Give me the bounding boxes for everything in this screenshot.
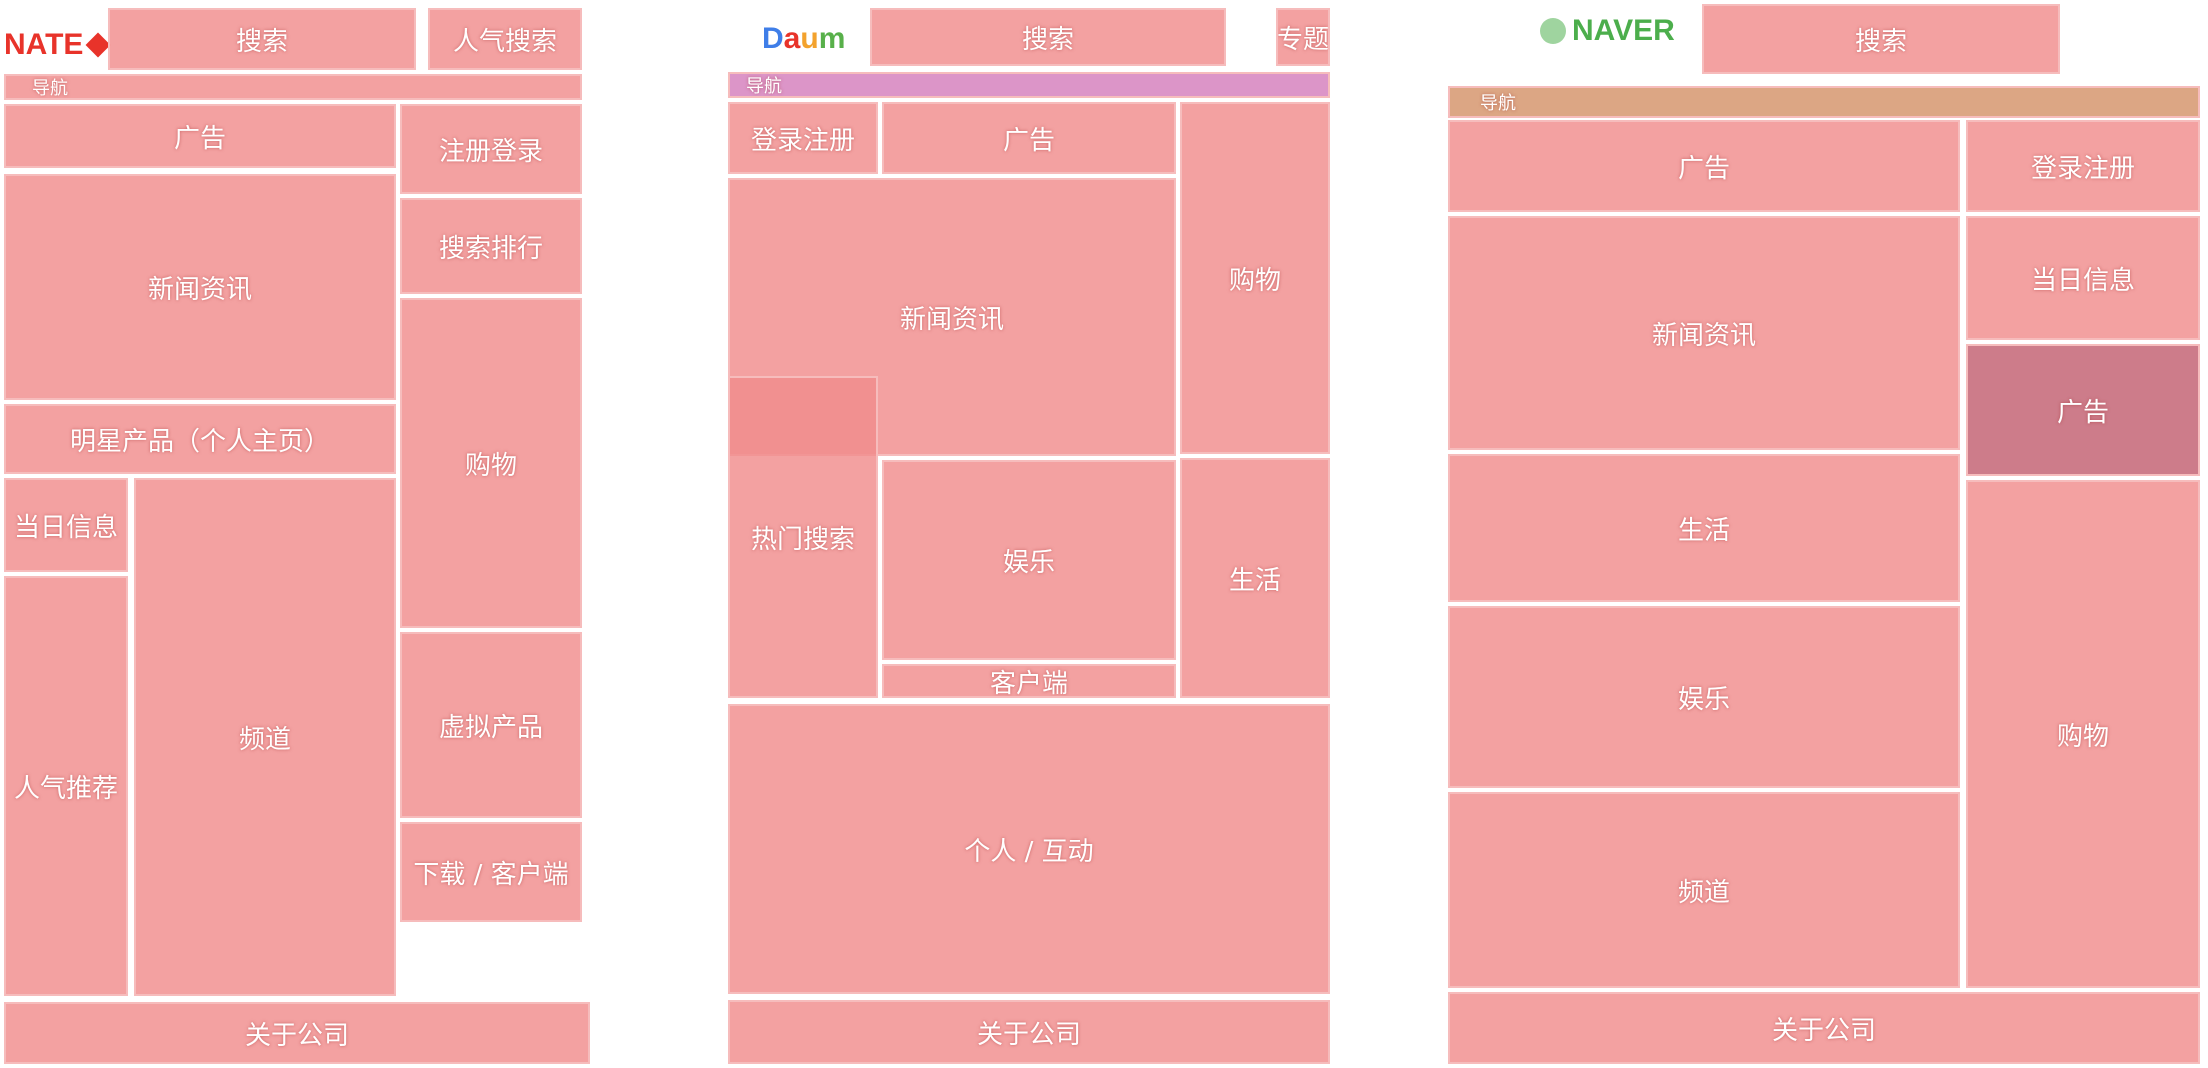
naver-life[interactable]: 生活: [1448, 454, 1960, 602]
nate-star-products[interactable]: 明星产品（个人主页）: [4, 404, 396, 474]
daum-logo[interactable]: Daum: [762, 22, 845, 56]
nate-news[interactable]: 新闻资讯: [4, 174, 396, 400]
daum-shopping[interactable]: 购物: [1180, 102, 1330, 454]
nate-logo-text: NATE: [4, 28, 84, 61]
nate-download[interactable]: 下载 / 客户端: [400, 822, 582, 922]
daum-personal[interactable]: 个人 / 互动: [728, 704, 1330, 994]
daum-ad[interactable]: 广告: [882, 102, 1176, 174]
nate-ad[interactable]: 广告: [4, 104, 396, 168]
naver-news[interactable]: 新闻资讯: [1448, 216, 1960, 450]
naver-ad[interactable]: 广告: [1448, 120, 1960, 212]
daum-about[interactable]: 关于公司: [728, 1000, 1330, 1064]
nate-about[interactable]: 关于公司: [4, 1002, 590, 1064]
naver-ad-2[interactable]: 广告: [1966, 344, 2200, 476]
daum-entertainment[interactable]: 娱乐: [882, 460, 1176, 660]
naver-nav[interactable]: 导航: [1448, 86, 2200, 118]
naver-today-info[interactable]: 当日信息: [1966, 216, 2200, 340]
naver-channel[interactable]: 频道: [1448, 792, 1960, 988]
nate-shopping[interactable]: 购物: [400, 298, 582, 628]
daum-topic[interactable]: 专题: [1276, 8, 1330, 66]
nate-nav[interactable]: 导航: [4, 74, 582, 100]
naver-logo[interactable]: NAVER: [1540, 14, 1675, 48]
nate-recommend[interactable]: 人气推荐: [4, 576, 128, 996]
naver-about[interactable]: 关于公司: [1448, 992, 2200, 1064]
naver-panel: NAVER 搜索 导航 广告 登录注册 新闻资讯 当日信息 广告 生活 购物 娱…: [1440, 0, 2208, 1068]
naver-logo-text: NAVER: [1572, 14, 1675, 47]
daum-life[interactable]: 生活: [1180, 458, 1330, 698]
daum-nav[interactable]: 导航: [728, 72, 1330, 98]
nate-today-info[interactable]: 当日信息: [4, 478, 128, 572]
nate-ranking[interactable]: 搜索排行: [400, 198, 582, 294]
nate-hot-search[interactable]: 人气搜索: [428, 8, 582, 70]
daum-panel: Daum 搜索 专题 导航 登录注册 广告 新闻资讯 购物 热门搜索 娱乐 生活…: [700, 0, 1340, 1068]
daum-search[interactable]: 搜索: [870, 8, 1226, 66]
daum-login[interactable]: 登录注册: [728, 102, 878, 174]
nate-login[interactable]: 注册登录: [400, 104, 582, 194]
naver-shopping[interactable]: 购物: [1966, 480, 2200, 988]
naver-entertainment[interactable]: 娱乐: [1448, 606, 1960, 788]
nate-panel: NATE 搜索 人气搜索 导航 广告 注册登录 新闻资讯 搜索排行 明星产品（个…: [0, 0, 590, 1068]
nate-search[interactable]: 搜索: [108, 8, 416, 70]
nate-virtual-products[interactable]: 虚拟产品: [400, 632, 582, 818]
nate-channel[interactable]: 频道: [134, 478, 396, 996]
daum-hot-search[interactable]: 热门搜索: [728, 376, 878, 698]
naver-login[interactable]: 登录注册: [1966, 120, 2200, 212]
daum-client[interactable]: 客户端: [882, 664, 1176, 698]
nate-logo[interactable]: NATE: [4, 28, 111, 62]
naver-search[interactable]: 搜索: [1702, 4, 2060, 74]
